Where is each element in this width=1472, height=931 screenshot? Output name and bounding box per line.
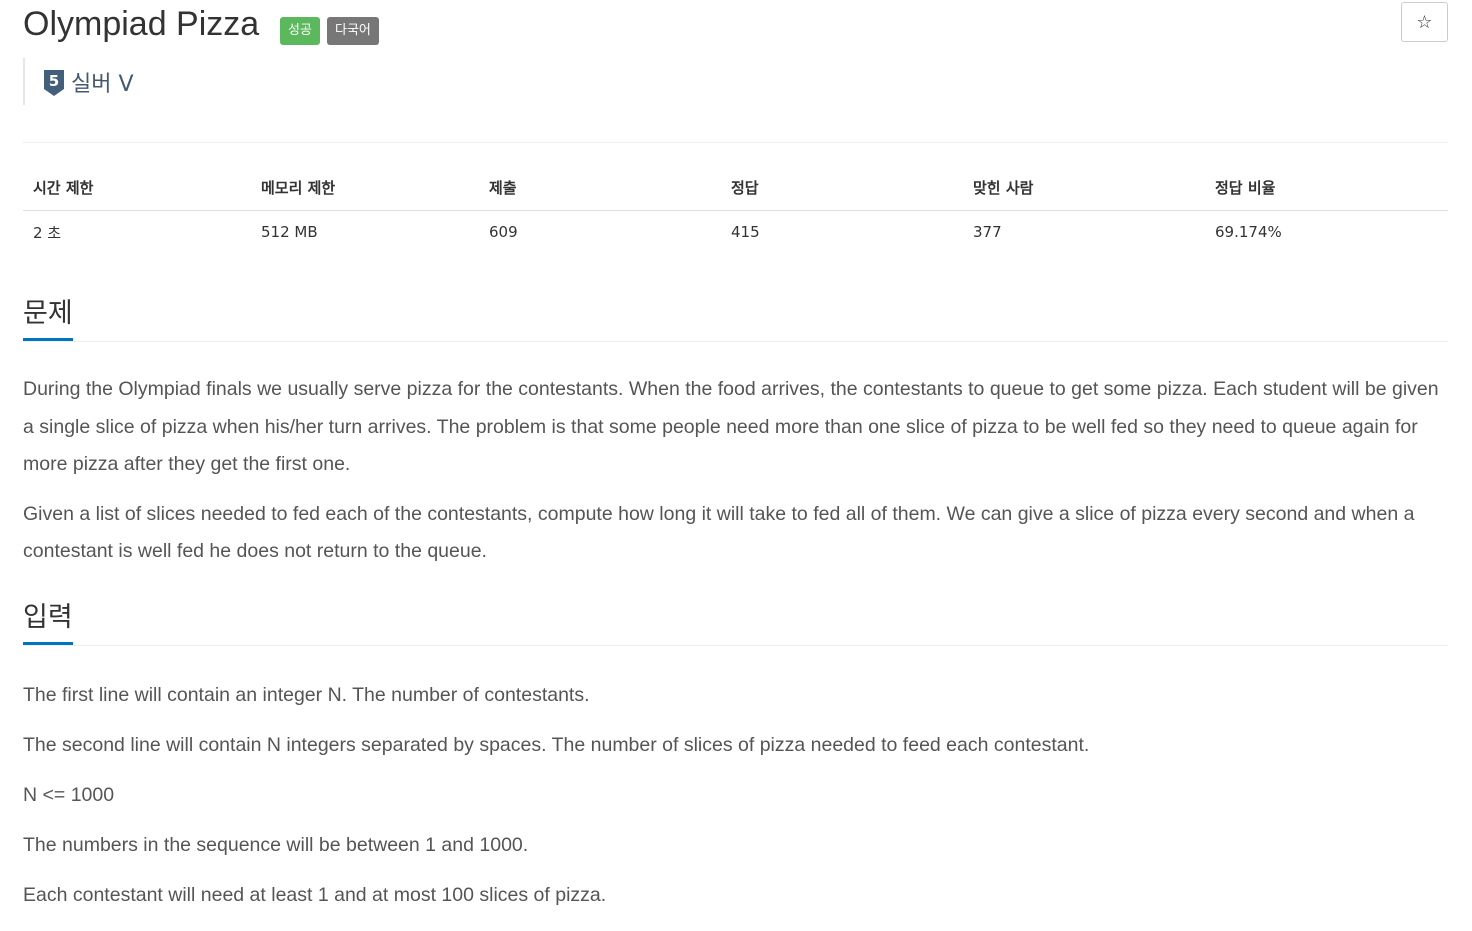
problem-description: During the Olympiad finals we usually se…: [23, 342, 1448, 571]
divider: [23, 142, 1448, 143]
tier-label: 실버 V: [71, 72, 134, 97]
header-accept-ratio: 정답 비율: [1205, 165, 1448, 211]
problem-section: 문제 During the Olympiad finals we usually…: [23, 297, 1448, 571]
table-row: 2 초 512 MB 609 415 377 69.174%: [23, 211, 1448, 254]
input-paragraph: The second line will contain N integers …: [23, 734, 1090, 756]
header-time-limit: 시간 제한: [23, 165, 251, 211]
success-badge[interactable]: 성공: [280, 17, 320, 45]
input-section: 입력 The first line will contain an intege…: [23, 601, 1448, 931]
problem-section-title: 문제: [23, 297, 73, 341]
star-button[interactable]: ☆: [1401, 2, 1448, 42]
tier-info[interactable]: 5 실버 V: [23, 58, 134, 105]
problem-paragraph: During the Olympiad finals we usually se…: [23, 378, 1439, 475]
header-accepted: 정답: [721, 165, 963, 211]
star-icon: ☆: [1416, 11, 1433, 33]
problem-info-table: 시간 제한 메모리 제한 제출 정답 맞힌 사람 정답 비율 2 초 512 M…: [23, 165, 1448, 253]
input-paragraph: Each contestant will need at least 1 and…: [23, 884, 607, 906]
input-description: The first line will contain an integer N…: [23, 646, 1448, 909]
value-time-limit: 2 초: [33, 223, 62, 242]
header-memory-limit: 메모리 제한: [251, 165, 479, 211]
input-paragraph: The first line will contain an integer N…: [23, 684, 590, 706]
value-accept-ratio: 69.174%: [1215, 223, 1282, 241]
silver-tier-icon: 5: [44, 70, 64, 96]
value-submissions: 609: [489, 223, 518, 241]
header-solved-users: 맞힌 사람: [963, 165, 1205, 211]
input-paragraph: N <= 1000: [23, 784, 115, 806]
problem-paragraph: Given a list of slices needed to fed eac…: [23, 502, 1415, 563]
input-paragraph: The numbers in the sequence will be betw…: [23, 834, 529, 856]
input-section-header: 입력: [23, 601, 1448, 646]
value-memory-limit: 512 MB: [261, 223, 318, 241]
multilang-badge[interactable]: 다국어: [327, 17, 379, 45]
title-row: Olympiad Pizza 성공 다국어 ☆: [23, 0, 1448, 50]
value-accepted: 415: [731, 223, 760, 241]
input-section-title: 입력: [23, 601, 73, 645]
value-solved-users: 377: [973, 223, 1002, 241]
problem-page: Olympiad Pizza 성공 다국어 ☆ 5 실버 V 시간 제한 메모리…: [23, 0, 1448, 906]
problem-title: Olympiad Pizza: [23, 5, 260, 43]
problem-section-header: 문제: [23, 297, 1448, 342]
tier-number: 5: [49, 72, 59, 90]
header-submissions: 제출: [479, 165, 721, 211]
table-header-row: 시간 제한 메모리 제한 제출 정답 맞힌 사람 정답 비율: [23, 165, 1448, 211]
